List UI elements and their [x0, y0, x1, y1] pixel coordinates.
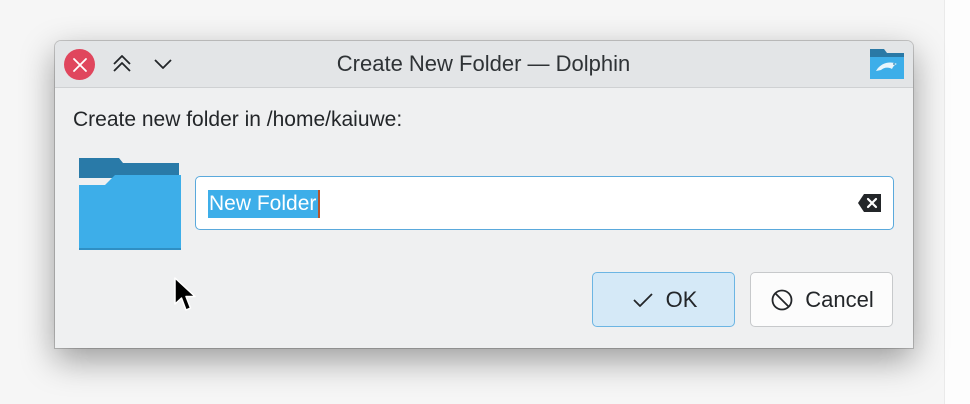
keep-above-button[interactable] — [107, 49, 137, 79]
desktop-background: Create New Folder — Dolphin Create new f… — [0, 0, 970, 404]
chevron-down-icon — [154, 59, 172, 69]
ok-button[interactable]: OK — [592, 272, 735, 327]
close-button[interactable] — [64, 49, 95, 80]
window-title: Create New Folder — Dolphin — [336, 51, 631, 76]
folder-name-selected-text: New Folder — [208, 190, 321, 218]
title-bar[interactable]: Create New Folder — Dolphin — [55, 41, 913, 88]
folder-name-value: New Folder — [209, 192, 317, 215]
clear-text-icon[interactable] — [857, 192, 883, 214]
folder-icon — [79, 158, 181, 250]
mouse-pointer-icon — [174, 277, 196, 311]
checkmark-icon — [630, 287, 656, 313]
close-icon — [72, 57, 87, 72]
desktop-edge — [944, 0, 970, 404]
cancel-icon — [769, 287, 795, 313]
ok-button-label: OK — [665, 286, 698, 312]
dolphin-folder-icon — [870, 49, 904, 79]
folder-name-input[interactable]: New Folder — [195, 176, 894, 230]
double-chevron-up-icon — [113, 55, 131, 72]
dialog-prompt: Create new folder in /home/kaiuwe: — [73, 108, 403, 131]
cancel-button-label: Cancel — [805, 286, 874, 312]
cancel-button[interactable]: Cancel — [750, 272, 893, 327]
shade-button[interactable] — [148, 49, 178, 79]
text-cursor — [318, 190, 321, 218]
